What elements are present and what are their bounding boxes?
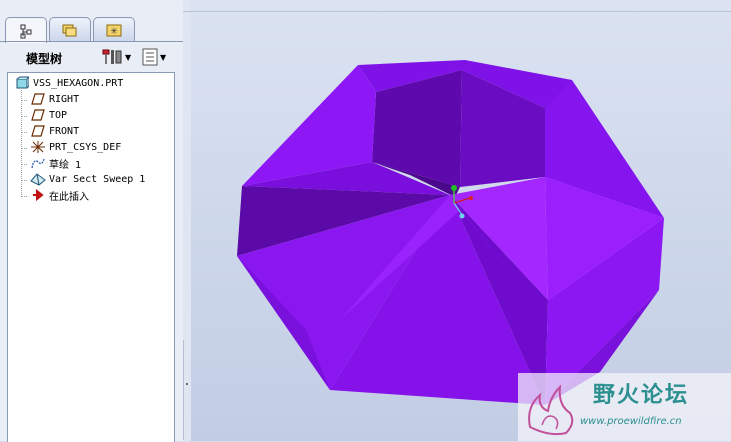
- tree-item-top[interactable]: TOP: [30, 107, 67, 123]
- chevron-down-icon: ▼: [160, 52, 167, 62]
- datum-plane-icon: [30, 92, 46, 106]
- tree-item-label: 草绘 1: [49, 159, 82, 171]
- sweep-icon: [30, 172, 46, 186]
- folder-browser-icon: [62, 24, 77, 37]
- datum-plane-icon: [30, 108, 46, 122]
- tree-connector: [22, 132, 28, 133]
- model-tree: VSS_HEXAGON.PRT RIGHT TOP FRONT PRT_CSYS: [7, 72, 175, 442]
- tree-item-label: VSS_HEXAGON.PRT: [33, 77, 124, 89]
- navigator-panel: ✳ 模型树 ▼ ▼ VSS_HEXAGON.PRT RIGHT TOP FRON…: [0, 0, 183, 442]
- tab-favorites[interactable]: ✳: [93, 17, 135, 42]
- list-icon: [142, 48, 158, 66]
- tree-item-label: PRT_CSYS_DEF: [49, 141, 122, 153]
- insert-here-arrow-icon: [30, 188, 46, 202]
- tree-item-part[interactable]: VSS_HEXAGON.PRT: [14, 75, 123, 91]
- tree-connector: [22, 100, 28, 101]
- tree-settings-button[interactable]: ▼: [101, 47, 131, 67]
- tools-icon: [102, 49, 122, 64]
- flame-logo-icon: [528, 384, 574, 436]
- tree-item-label: FRONT: [49, 125, 80, 137]
- tree-item-right[interactable]: RIGHT: [30, 91, 79, 107]
- viewport-top-border: [183, 11, 731, 12]
- tree-item-label: 在此插入: [49, 191, 89, 203]
- tree-item-label: TOP: [49, 109, 68, 121]
- splitter-handle-dot: [186, 383, 188, 385]
- tab-model-tree[interactable]: [5, 17, 47, 43]
- tree-connector: [22, 180, 28, 181]
- navigator-tabs: ✳: [0, 0, 183, 43]
- favorites-folder-icon: ✳: [106, 24, 122, 37]
- tree-connector: [22, 196, 28, 197]
- tree-show-button[interactable]: ▼: [142, 47, 166, 67]
- tree-connector: [22, 164, 28, 165]
- svg-text:✳: ✳: [110, 27, 118, 37]
- watermark: 野火论坛 www.proewildfire.cn: [518, 373, 731, 441]
- tree-item-label: Var Sect Sweep 1: [49, 173, 146, 185]
- coordinate-system-icon: [30, 140, 46, 154]
- tree-item-front[interactable]: FRONT: [30, 123, 79, 139]
- tree-item-sweep[interactable]: Var Sect Sweep 1: [30, 171, 145, 187]
- sketch-icon: [30, 156, 46, 170]
- watermark-title: 野火论坛: [593, 383, 690, 408]
- tab-folder-browser[interactable]: [49, 17, 91, 42]
- tree-item-csys[interactable]: PRT_CSYS_DEF: [30, 139, 121, 155]
- part-icon: [14, 76, 30, 90]
- model-tree-title: 模型树: [26, 52, 63, 66]
- tree-connector: [22, 116, 28, 117]
- model-tree-icon: [20, 24, 32, 38]
- datum-plane-icon: [30, 124, 46, 138]
- watermark-url: www.proewildfire.cn: [580, 416, 682, 427]
- tree-item-sketch[interactable]: 草绘 1: [30, 155, 81, 171]
- tree-item-label: RIGHT: [49, 93, 80, 105]
- chevron-down-icon: ▼: [125, 52, 132, 62]
- model-tree-header: 模型树 ▼ ▼: [0, 42, 183, 72]
- tree-item-insert-here[interactable]: 在此插入: [30, 187, 89, 203]
- tree-connector: [22, 148, 28, 149]
